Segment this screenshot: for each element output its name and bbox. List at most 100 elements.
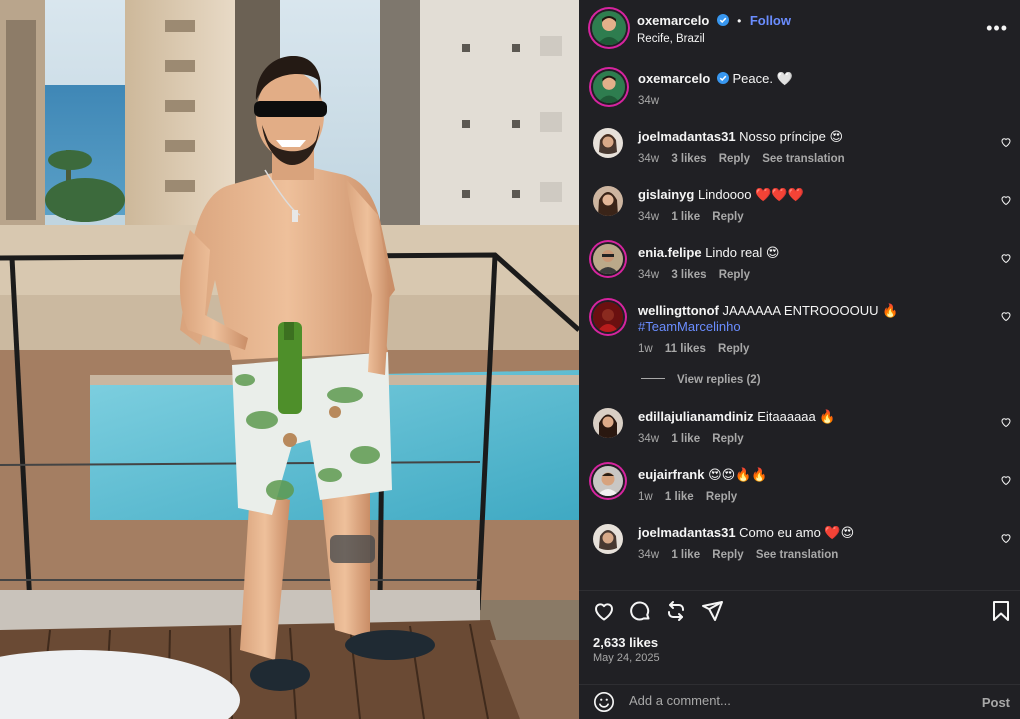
comment-meta: 34w 1 like Reply See translation bbox=[638, 547, 978, 563]
comment-time[interactable]: 34w bbox=[638, 211, 659, 223]
comment-likes[interactable]: 1 like bbox=[665, 491, 694, 503]
comment-time[interactable]: 1w bbox=[638, 491, 653, 503]
bookmark-icon[interactable] bbox=[989, 599, 1013, 623]
post-photo[interactable] bbox=[0, 0, 579, 719]
photo-illustration bbox=[0, 0, 579, 719]
comment-username[interactable]: enia.felipe bbox=[638, 245, 702, 260]
see-translation-button[interactable]: See translation bbox=[756, 549, 838, 561]
view-replies-label: View replies (2) bbox=[677, 374, 761, 386]
comment-time[interactable]: 34w bbox=[638, 433, 659, 445]
comment-time[interactable]: 34w bbox=[638, 269, 659, 281]
reply-button[interactable]: Reply bbox=[718, 343, 749, 355]
caption-meta: 34w bbox=[638, 93, 978, 109]
comment-likes[interactable]: 1 like bbox=[671, 433, 700, 445]
author-avatar[interactable] bbox=[593, 71, 625, 103]
comment-meta: 34w 1 like Reply bbox=[638, 431, 978, 447]
comment-like-heart-icon[interactable] bbox=[1000, 532, 1012, 544]
heart-icon[interactable] bbox=[592, 599, 616, 623]
post-comment-button[interactable]: Post bbox=[982, 695, 1010, 710]
commenter-avatar[interactable] bbox=[593, 302, 623, 332]
post-panel: oxemarcelo • Follow Recife, Brazil ••• o… bbox=[579, 0, 1020, 719]
emoji-icon[interactable] bbox=[593, 691, 615, 713]
location-link[interactable]: Recife, Brazil bbox=[637, 33, 791, 45]
comment-meta: 34w 1 like Reply bbox=[638, 209, 978, 225]
reply-button[interactable]: Reply bbox=[706, 491, 737, 503]
comment-body: wellingttonof JAAAAAA ENTROOOOUU 🔥 #Team… bbox=[638, 303, 978, 357]
comment-username[interactable]: eujairfrank bbox=[638, 467, 704, 482]
repost-icon[interactable] bbox=[664, 599, 688, 623]
comment-meta: 34w 3 likes Reply bbox=[638, 267, 978, 283]
comment-username[interactable]: joelmadantas31 bbox=[638, 129, 736, 144]
comment-input[interactable] bbox=[629, 693, 949, 708]
comment-text: Como eu amo ❤️😍 bbox=[739, 525, 855, 540]
reply-button[interactable]: Reply bbox=[719, 153, 750, 165]
follow-button[interactable]: Follow bbox=[750, 13, 791, 28]
comment-time[interactable]: 34w bbox=[638, 153, 659, 165]
comment-icon[interactable] bbox=[628, 599, 652, 623]
comment-text: Lindo real 😍 bbox=[705, 245, 780, 260]
comments-list[interactable]: oxemarcelo Peace. 🤍 34w joelmadantas31 N… bbox=[579, 56, 1020, 584]
post-header: oxemarcelo • Follow Recife, Brazil ••• bbox=[579, 0, 1020, 56]
comment-like-heart-icon[interactable] bbox=[1000, 136, 1012, 148]
comment-like-heart-icon[interactable] bbox=[1000, 310, 1012, 322]
commenter-avatar[interactable] bbox=[593, 128, 623, 158]
comment-meta: 1w 1 like Reply bbox=[638, 489, 978, 505]
comment-body: joelmadantas31 Como eu amo ❤️😍 34w 1 lik… bbox=[638, 525, 978, 563]
comment-like-heart-icon[interactable] bbox=[1000, 194, 1012, 206]
reply-button[interactable]: Reply bbox=[712, 549, 743, 561]
comment-like-heart-icon[interactable] bbox=[1000, 474, 1012, 486]
header-text: oxemarcelo • Follow Recife, Brazil bbox=[637, 12, 791, 45]
comment-likes[interactable]: 3 likes bbox=[671, 269, 706, 281]
comment-username[interactable]: joelmadantas31 bbox=[638, 525, 736, 540]
add-comment-bar: Post bbox=[579, 684, 1020, 719]
commenter-avatar[interactable] bbox=[593, 408, 623, 438]
comment-text: Eitaaaaaa 🔥 bbox=[757, 409, 836, 424]
commenter-avatar[interactable] bbox=[593, 524, 623, 554]
comment-body: joelmadantas31 Nosso príncipe 😍 34w 3 li… bbox=[638, 129, 978, 167]
more-options-icon[interactable]: ••• bbox=[986, 18, 1008, 39]
comment-body: enia.felipe Lindo real 😍 34w 3 likes Rep… bbox=[638, 245, 978, 283]
comment-username[interactable]: edillajulianamdiniz bbox=[638, 409, 754, 424]
see-translation-button[interactable]: See translation bbox=[762, 153, 844, 165]
caption-text: Peace. 🤍 bbox=[732, 71, 793, 86]
comment-username[interactable]: oxemarcelo bbox=[638, 71, 710, 86]
comment-text: Nosso príncipe 😍 bbox=[739, 129, 844, 144]
commenter-avatar[interactable] bbox=[593, 466, 623, 496]
comment-username[interactable]: wellingttonof bbox=[638, 303, 719, 318]
dot-separator: • bbox=[737, 14, 742, 28]
comment-meta: 34w 3 likes Reply See translation bbox=[638, 151, 978, 167]
comment-like-heart-icon[interactable] bbox=[1000, 252, 1012, 264]
comment-body: edillajulianamdiniz Eitaaaaaa 🔥 34w 1 li… bbox=[638, 409, 978, 447]
share-icon[interactable] bbox=[700, 599, 724, 623]
verified-icon bbox=[716, 72, 729, 84]
commenter-avatar[interactable] bbox=[593, 186, 623, 216]
comment-likes[interactable]: 3 likes bbox=[671, 153, 706, 165]
verified-icon bbox=[716, 14, 729, 26]
comment-text: JAAAAAA ENTROOOOUU 🔥 bbox=[722, 303, 899, 318]
comment-time[interactable]: 34w bbox=[638, 95, 659, 107]
comment-time[interactable]: 34w bbox=[638, 549, 659, 561]
reply-button[interactable]: Reply bbox=[712, 211, 743, 223]
comment-time[interactable]: 1w bbox=[638, 343, 653, 355]
comment-body: gislainyg Lindoooo ❤️❤️❤️ 34w 1 like Rep… bbox=[638, 187, 978, 225]
view-replies-button[interactable]: View replies (2) bbox=[641, 374, 761, 386]
replies-line bbox=[641, 378, 665, 379]
comment-like-heart-icon[interactable] bbox=[1000, 416, 1012, 428]
reply-button[interactable]: Reply bbox=[719, 269, 750, 281]
author-username[interactable]: oxemarcelo bbox=[637, 13, 709, 28]
likes-count[interactable]: 2,633 likes bbox=[593, 635, 658, 650]
hashtag-link[interactable]: #TeamMarcelinho bbox=[638, 319, 978, 335]
comment-likes[interactable]: 11 likes bbox=[665, 343, 706, 355]
comment-meta: 1w 11 likes Reply bbox=[638, 341, 978, 357]
author-avatar[interactable] bbox=[592, 11, 626, 45]
caption-body: oxemarcelo Peace. 🤍 34w bbox=[638, 71, 978, 109]
comment-text: 😍😍🔥🔥 bbox=[708, 467, 768, 482]
reply-button[interactable]: Reply bbox=[712, 433, 743, 445]
post-date[interactable]: May 24, 2025 bbox=[593, 652, 660, 664]
action-bar bbox=[579, 590, 1020, 630]
commenter-avatar[interactable] bbox=[593, 244, 623, 274]
comment-text: Lindoooo ❤️❤️❤️ bbox=[697, 187, 804, 202]
comment-username[interactable]: gislainyg bbox=[638, 187, 694, 202]
comment-likes[interactable]: 1 like bbox=[671, 549, 700, 561]
comment-likes[interactable]: 1 like bbox=[671, 211, 700, 223]
